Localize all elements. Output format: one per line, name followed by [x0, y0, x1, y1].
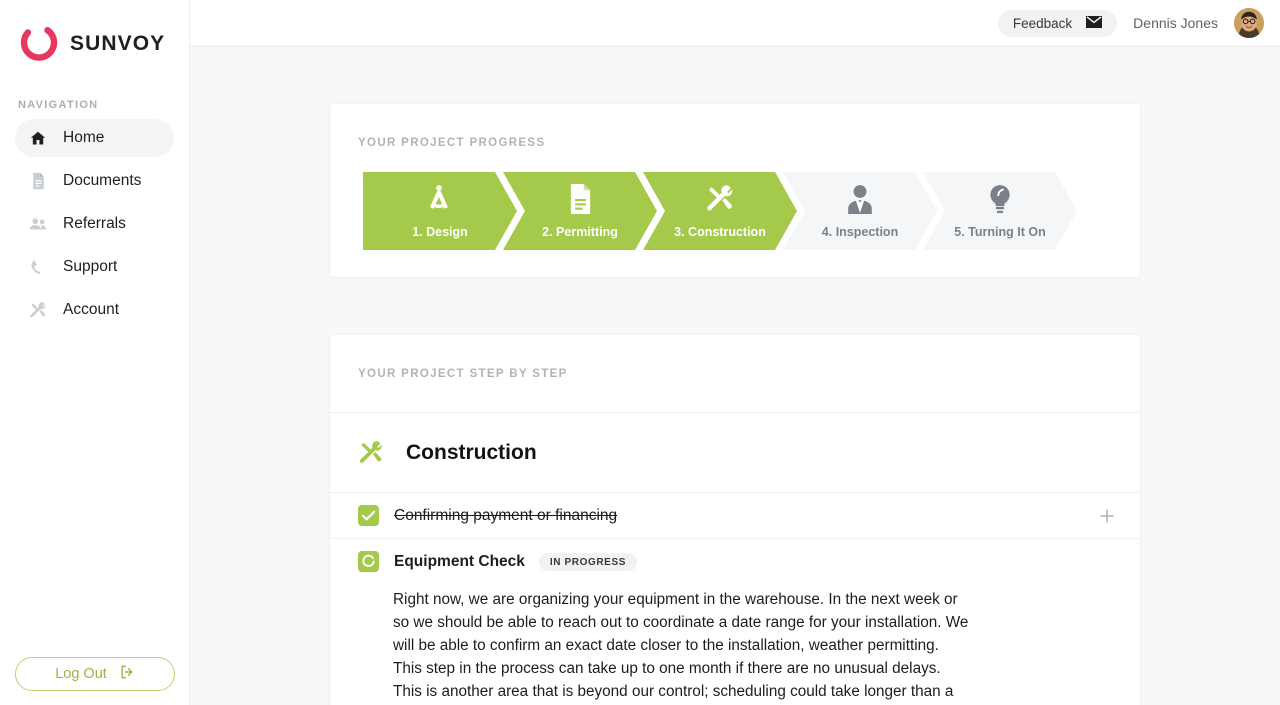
sidebar-item-label: Documents [63, 172, 142, 189]
in-progress-circle-icon[interactable] [358, 551, 379, 572]
brand-name: SUNVOY [70, 32, 166, 55]
feedback-label: Feedback [1012, 15, 1073, 31]
logout-label: Log Out [55, 666, 107, 682]
sunvoy-ring-logo-icon [16, 22, 60, 66]
sidebar-item-home[interactable]: Home [15, 119, 174, 157]
task-description: Right now, we are organizing your equipm… [393, 591, 969, 700]
document-icon [568, 184, 593, 214]
project-progress-card: YOUR PROJECT PROGRESS 1. Design 2. Permi… [330, 104, 1140, 277]
task-row[interactable]: Equipment Check IN PROGRESS [330, 538, 1140, 578]
progress-step-inspection[interactable]: 4. Inspection [783, 172, 937, 250]
lightbulb-icon [988, 184, 1012, 214]
sidebar-item-documents[interactable]: Documents [15, 162, 174, 200]
project-step-by-step-card: YOUR PROJECT STEP BY STEP Construction C… [330, 335, 1140, 705]
progress-step-permitting[interactable]: 2. Permitting [503, 172, 657, 250]
checkbox-checked-icon[interactable] [358, 505, 379, 526]
home-icon [29, 129, 47, 147]
progress-step-label: 4. Inspection [821, 224, 899, 239]
sidebar: SUNVOY NAVIGATION Home Documents Referra… [0, 0, 190, 705]
main-area: Feedback Dennis Jones YOUR PROJECT PROGR… [190, 0, 1280, 705]
task-label: Confirming payment or financing [394, 506, 618, 524]
progress-step-turning-it-on[interactable]: 5. Turning It On [923, 172, 1077, 250]
progress-step-construction[interactable]: 3. Construction [643, 172, 797, 250]
inspector-person-icon [846, 184, 874, 214]
app-root: SUNVOY NAVIGATION Home Documents Referra… [0, 0, 1280, 705]
sidebar-item-support[interactable]: Support [15, 248, 174, 286]
tools-icon [705, 184, 735, 214]
feedback-button[interactable]: Feedback [997, 9, 1118, 37]
logout-button[interactable]: Log Out [15, 657, 175, 691]
logout-arrow-icon [119, 664, 135, 684]
progress-step-label: 3. Construction [674, 224, 766, 239]
progress-eyebrow: YOUR PROJECT PROGRESS [358, 137, 546, 149]
progress-step-label: 2. Permitting [542, 224, 618, 239]
sidebar-item-label: Account [63, 301, 120, 318]
logout-area: Log Out [15, 657, 175, 691]
progress-step-design[interactable]: 1. Design [363, 172, 517, 250]
progress-step-label: 1. Design [412, 224, 468, 239]
people-icon [29, 215, 47, 233]
envelope-icon [1086, 15, 1103, 31]
progress-stepper: 1. Design 2. Permitting 3. Construction … [363, 172, 1140, 250]
phone-icon [29, 258, 47, 276]
construction-section-header: Construction [330, 412, 1140, 492]
document-icon [29, 172, 47, 190]
avatar[interactable] [1234, 8, 1264, 38]
progress-step-label: 5. Turning It On [954, 224, 1046, 239]
plus-icon[interactable] [1096, 505, 1118, 527]
sidebar-item-account[interactable]: Account [15, 291, 174, 329]
nav-heading: NAVIGATION [18, 99, 99, 111]
sidebar-item-referrals[interactable]: Referrals [15, 205, 174, 243]
status-badge: IN PROGRESS [538, 552, 637, 571]
task-row[interactable]: Confirming payment or financing [330, 492, 1140, 538]
topbar: Feedback Dennis Jones [190, 0, 1280, 47]
user-name: Dennis Jones [1133, 15, 1218, 31]
content-scroll-area[interactable]: YOUR PROJECT PROGRESS 1. Design 2. Permi… [190, 47, 1280, 705]
brand-logo[interactable]: SUNVOY [0, 0, 189, 66]
steps-eyebrow: YOUR PROJECT STEP BY STEP [358, 368, 568, 380]
tools-icon [358, 440, 384, 466]
task-label: Equipment Check [394, 552, 525, 570]
sidebar-item-label: Home [63, 129, 105, 146]
page-title: Construction [406, 441, 537, 464]
tools-icon [29, 301, 47, 319]
sidebar-item-label: Referrals [63, 215, 126, 232]
sidebar-item-label: Support [63, 258, 118, 275]
drafting-compass-icon [425, 184, 455, 214]
sidebar-nav: Home Documents Referrals Support Account [0, 119, 189, 329]
